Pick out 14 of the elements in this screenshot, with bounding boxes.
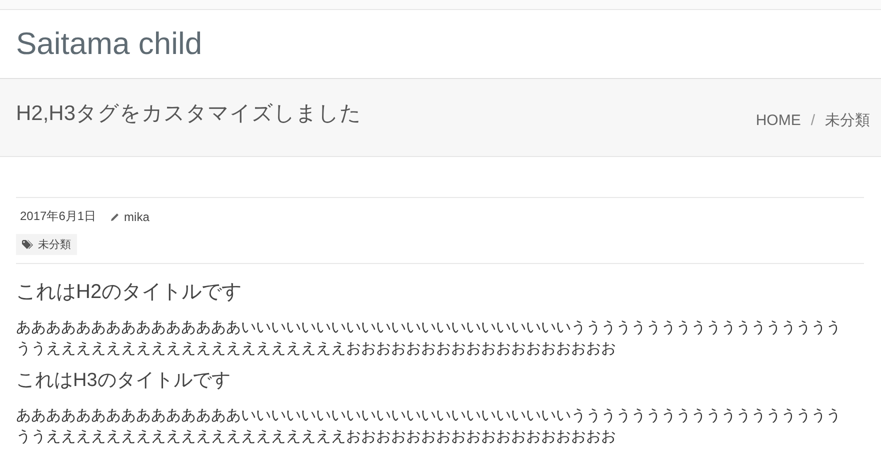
section-heading: これはH2のタイトルです: [16, 280, 243, 305]
category-tag[interactable]: 未分類: [16, 234, 77, 255]
tag-icon: [22, 240, 34, 250]
post-author[interactable]: mika: [124, 210, 150, 224]
site-title[interactable]: Saitama child: [16, 26, 202, 62]
paragraph: あああああああああああああああいいいいいいいいいいいいいいいいいいいいいいううううううううううううううううううううええええええええええええええええええええおおおおおおおおおおおおおおおおおお: [16, 318, 842, 359]
page-title: H2,H3タグをカスタマイズしました: [16, 100, 362, 126]
paragraph: あああああああああああああああいいいいいいいいいいいいいいいいいいいいいいううううううううううううううううううううええええええええええええええええええええおおおおおおおおおおおおおおおおおお: [16, 406, 842, 447]
subsection-heading: これはH3のタイトルです: [16, 369, 232, 393]
pencil-icon: [110, 212, 120, 222]
breadcrumb-link[interactable]: HOME: [756, 112, 801, 129]
breadcrumb-link[interactable]: 未分類: [825, 111, 870, 130]
breadcrumb-separator: /: [810, 112, 815, 129]
post-date: 2017年6月1日: [20, 208, 96, 225]
